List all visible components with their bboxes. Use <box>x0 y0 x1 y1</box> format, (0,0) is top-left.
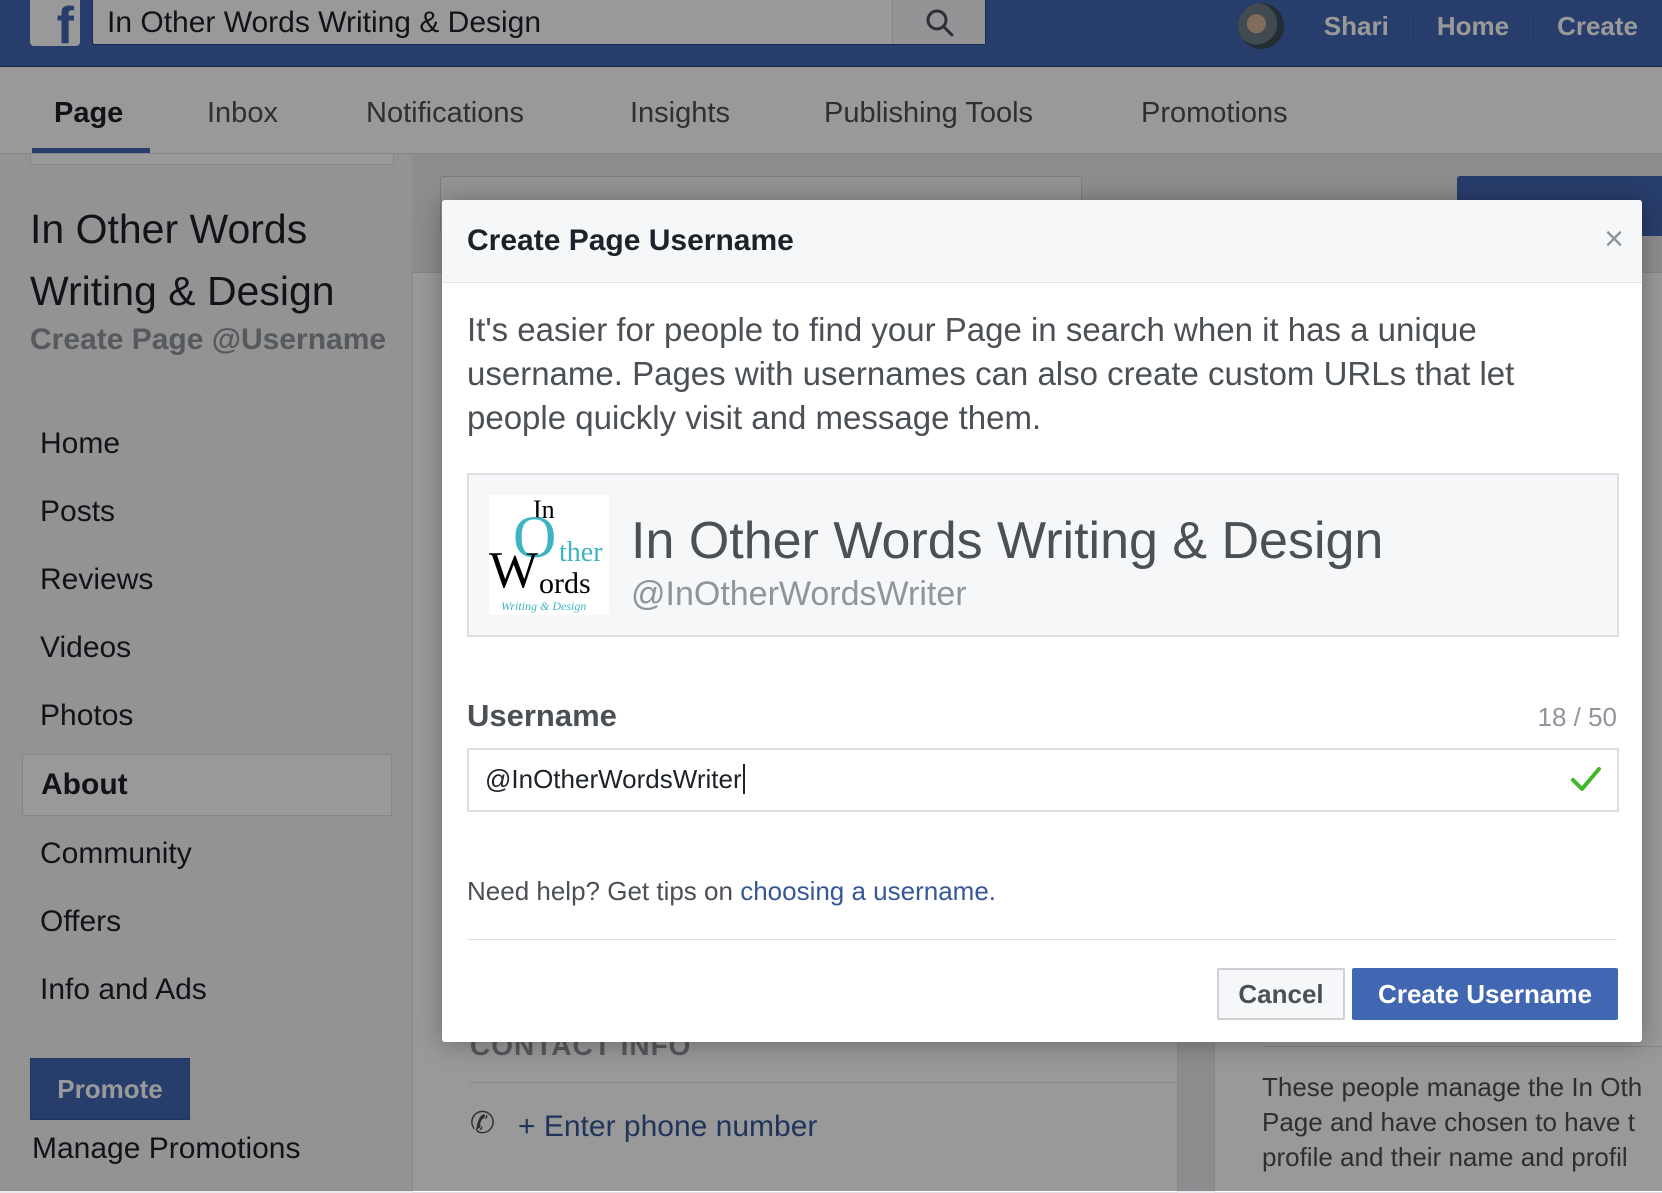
page-preview: In O ther W ords Writing & Design In Oth… <box>467 473 1619 637</box>
help-text: Need help? Get tips on choosing a userna… <box>467 876 997 906</box>
username-input[interactable]: @InOtherWordsWriter <box>467 748 1619 812</box>
dialog-header: Create Page Username × <box>442 200 1642 283</box>
close-icon[interactable]: × <box>1604 220 1624 259</box>
checkmark-icon <box>1571 767 1601 791</box>
choosing-username-link[interactable]: choosing a username. <box>740 876 996 906</box>
dialog-title: Create Page Username <box>467 224 794 257</box>
dialog-description: It's easier for people to find your Page… <box>467 311 1515 436</box>
create-username-dialog: Create Page Username × It's easier for p… <box>442 200 1642 1042</box>
username-input-value: @InOtherWordsWriter <box>485 764 745 795</box>
page-logo: In O ther W ords Writing & Design <box>489 495 609 615</box>
preview-page-name: In Other Words Writing & Design <box>631 512 1384 570</box>
username-label: Username <box>467 698 617 733</box>
preview-username: @InOtherWordsWriter <box>631 575 967 613</box>
cancel-button[interactable]: Cancel <box>1217 968 1345 1020</box>
character-count: 18 / 50 <box>1537 702 1617 732</box>
divider <box>467 939 1617 940</box>
create-username-button[interactable]: Create Username <box>1352 968 1618 1020</box>
text-cursor <box>742 764 745 794</box>
